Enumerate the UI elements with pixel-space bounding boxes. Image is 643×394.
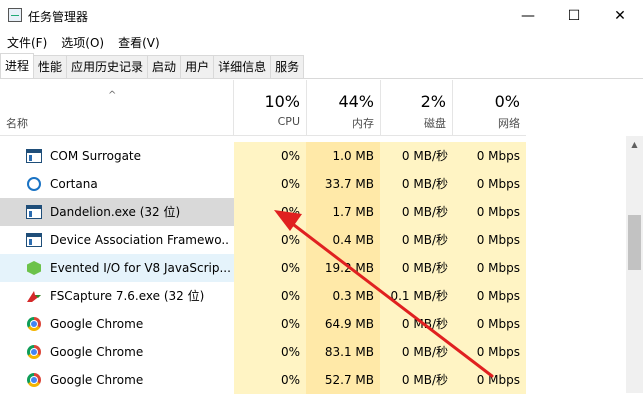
process-cpu: 0%: [280, 317, 300, 331]
process-memory: 0.3 MB: [332, 289, 374, 303]
process-network: 0 Mbps: [476, 289, 520, 303]
process-row[interactable]: FSCapture 7.6.exe (32 位) 0% 0.3 MB 0.1 M…: [0, 282, 627, 310]
fscapture-icon: [27, 291, 41, 302]
menu-view[interactable]: 查看(V): [111, 32, 167, 52]
process-name: Cortana: [50, 177, 98, 191]
window-icon: [26, 149, 42, 163]
menu-options[interactable]: 选项(O): [54, 32, 111, 52]
menu-bar: 文件(F) 选项(O) 查看(V): [0, 32, 167, 52]
process-name: Google Chrome: [50, 317, 144, 331]
menu-file[interactable]: 文件(F): [0, 32, 54, 52]
process-network: 0 Mbps: [476, 373, 520, 387]
process-row[interactable]: COM Surrogate 0% 1.0 MB 0 MB/秒 0 Mbps: [0, 142, 627, 170]
process-cpu: 0%: [280, 149, 300, 163]
process-disk: 0 MB/秒: [401, 261, 448, 275]
process-name: Device Association Framewo...: [50, 233, 230, 247]
process-cpu: 0%: [280, 289, 300, 303]
process-disk: 0 MB/秒: [401, 317, 448, 331]
process-disk: 0 MB/秒: [401, 149, 448, 163]
cpu-total-percent: 10%: [264, 92, 300, 111]
process-memory: 64.9 MB: [324, 317, 374, 331]
process-cpu: 0%: [280, 177, 300, 191]
memory-total-percent: 44%: [338, 92, 374, 111]
process-network: 0 Mbps: [476, 345, 520, 359]
process-network: 0 Mbps: [476, 261, 520, 275]
column-name-label: 名称: [6, 117, 28, 130]
process-disk: 0 MB/秒: [401, 177, 448, 191]
column-header-network[interactable]: 0% 网络: [452, 80, 526, 136]
process-cpu: 0%: [280, 233, 300, 247]
column-header-cpu[interactable]: 10% CPU: [233, 80, 306, 136]
tab-startup[interactable]: 启动: [147, 55, 182, 78]
memory-column-label: 内存: [352, 117, 374, 130]
process-memory: 19.2 MB: [324, 261, 374, 275]
maximize-button[interactable]: ☐: [551, 0, 597, 31]
process-name: FSCapture 7.6.exe (32 位): [50, 289, 205, 303]
process-row-hover[interactable]: Evented I/O for V8 JavaScrip... 0% 19.2 …: [0, 254, 627, 282]
sort-arrow-icon: ^: [108, 90, 117, 101]
chrome-icon: [27, 317, 41, 331]
process-cpu: 0%: [280, 345, 300, 359]
process-network: 0 Mbps: [476, 149, 520, 163]
process-row[interactable]: Google Chrome 0% 52.7 MB 0 MB/秒 0 Mbps: [0, 366, 627, 394]
process-memory: 1.0 MB: [332, 149, 374, 163]
process-memory: 83.1 MB: [324, 345, 374, 359]
cortana-icon: [27, 177, 41, 191]
process-disk: 0 MB/秒: [401, 233, 448, 247]
task-manager-icon: [8, 8, 22, 22]
minimize-button[interactable]: —: [505, 0, 551, 31]
window-icon: [26, 233, 42, 247]
disk-total-percent: 2%: [420, 92, 446, 111]
process-cpu: 0%: [280, 261, 300, 275]
chrome-icon: [27, 373, 41, 387]
disk-column-label: 磁盘: [424, 117, 446, 130]
column-header-memory[interactable]: 44% 内存: [306, 80, 380, 136]
process-disk: 0 MB/秒: [401, 345, 448, 359]
tab-bar: 进程 性能 应用历史记录 启动 用户 详细信息 服务: [0, 53, 643, 79]
process-name: Google Chrome: [50, 345, 144, 359]
process-row[interactable]: Device Association Framewo... 0% 0.4 MB …: [0, 226, 627, 254]
process-row[interactable]: Google Chrome 0% 64.9 MB 0 MB/秒 0 Mbps: [0, 310, 627, 338]
process-memory: 1.7 MB: [332, 205, 374, 219]
tab-performance[interactable]: 性能: [33, 55, 68, 78]
process-network: 0 Mbps: [476, 177, 520, 191]
tab-details[interactable]: 详细信息: [213, 55, 272, 78]
process-row-selected[interactable]: Dandelion.exe (32 位) 0% 1.7 MB 0 MB/秒 0 …: [0, 198, 627, 226]
process-memory: 52.7 MB: [324, 373, 374, 387]
process-memory: 0.4 MB: [332, 233, 374, 247]
chrome-icon: [27, 345, 41, 359]
title-bar: 任务管理器 — ☐ ✕: [0, 0, 643, 31]
process-name: Evented I/O for V8 JavaScrip...: [50, 261, 230, 275]
process-row[interactable]: Google Chrome 0% 83.1 MB 0 MB/秒 0 Mbps: [0, 338, 627, 366]
column-header-disk[interactable]: 2% 磁盘: [380, 80, 452, 136]
process-name: Google Chrome: [50, 373, 144, 387]
cpu-column-label: CPU: [277, 115, 300, 128]
tab-users[interactable]: 用户: [180, 55, 215, 78]
window-icon: [26, 205, 42, 219]
process-row[interactable]: Cortana 0% 33.7 MB 0 MB/秒 0 Mbps: [0, 170, 627, 198]
scroll-up-arrow-icon[interactable]: ▲: [626, 136, 643, 153]
tab-processes[interactable]: 进程: [0, 53, 35, 78]
process-name: COM Surrogate: [50, 149, 142, 163]
process-disk: 0 MB/秒: [401, 205, 448, 219]
network-total-percent: 0%: [494, 92, 520, 111]
process-memory: 33.7 MB: [324, 177, 374, 191]
process-network: 0 Mbps: [476, 233, 520, 247]
process-disk: 0.1 MB/秒: [390, 289, 448, 303]
process-network: 0 Mbps: [476, 205, 520, 219]
process-cpu: 0%: [280, 205, 300, 219]
window-title: 任务管理器: [28, 10, 89, 24]
process-network: 0 Mbps: [476, 317, 520, 331]
process-name: Dandelion.exe (32 位): [50, 205, 181, 219]
column-header-name[interactable]: [0, 80, 233, 136]
scrollbar-thumb[interactable]: [628, 215, 641, 270]
network-column-label: 网络: [498, 117, 520, 130]
tab-services[interactable]: 服务: [270, 55, 305, 78]
process-cpu: 0%: [280, 373, 300, 387]
tab-app-history[interactable]: 应用历史记录: [66, 55, 149, 78]
process-disk: 0 MB/秒: [401, 373, 448, 387]
close-button[interactable]: ✕: [597, 0, 643, 31]
